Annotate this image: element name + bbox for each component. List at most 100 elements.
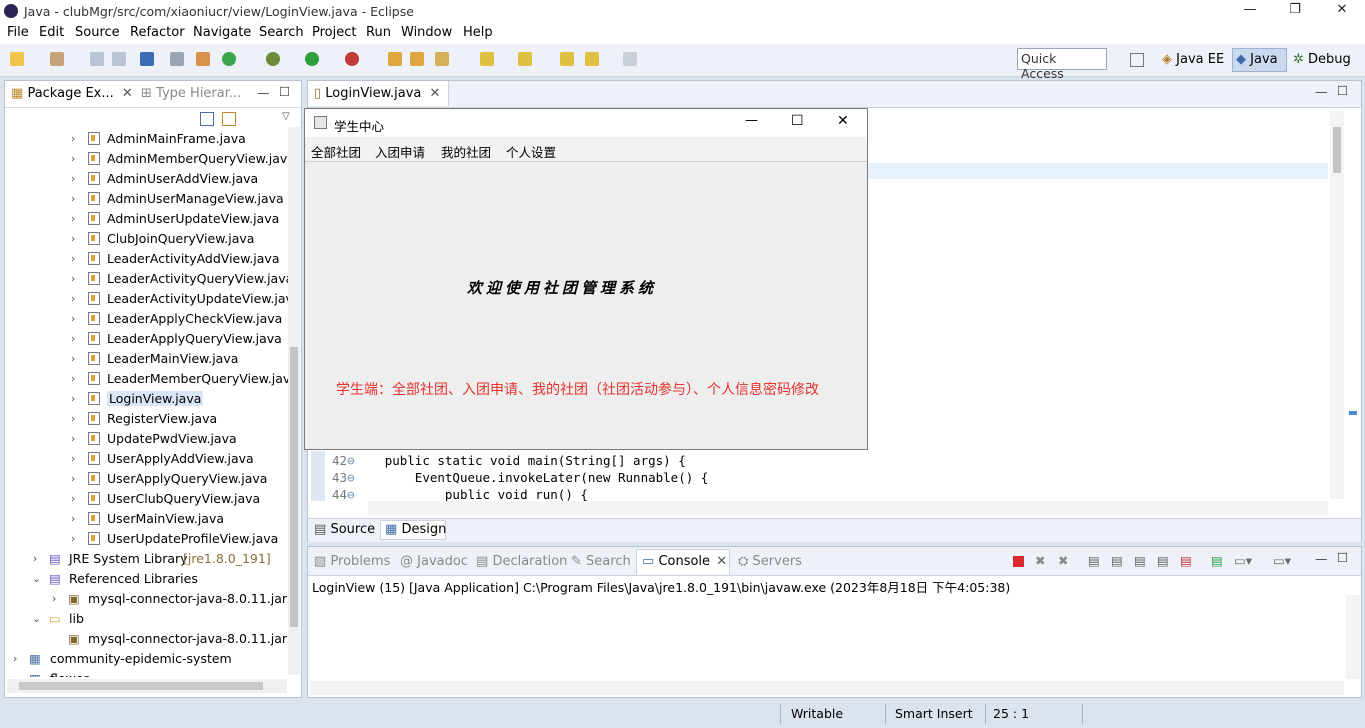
chevron-right-icon[interactable]: ›: [33, 552, 37, 565]
tab-type-hierarchy[interactable]: ⊞ Type Hierar...: [141, 86, 241, 101]
fold-icon[interactable]: ⊖: [347, 487, 355, 502]
tree-scrollbar-thumb[interactable]: [290, 347, 298, 627]
tree-item-6[interactable]: › LeaderActivityAddView.java: [5, 249, 288, 269]
chevron-right-icon[interactable]: ›: [71, 132, 75, 145]
chevron-right-icon[interactable]: ›: [71, 172, 75, 185]
search-tool-icon[interactable]: [435, 52, 449, 66]
tree-project-community[interactable]: › ▦ community-epidemic-system: [5, 649, 288, 669]
close-button[interactable]: ✕: [1332, 2, 1352, 20]
open-console-icon[interactable]: ▭▾: [1273, 553, 1291, 568]
tree-referenced-libraries[interactable]: ⌄ ▤ Referenced Libraries: [5, 569, 288, 589]
chevron-right-icon[interactable]: ›: [71, 292, 75, 305]
collapse-all-icon[interactable]: [200, 112, 214, 126]
tree-item-4[interactable]: › AdminUserUpdateView.java: [5, 209, 288, 229]
menu-run[interactable]: Run: [366, 25, 391, 40]
chevron-right-icon[interactable]: ›: [71, 272, 75, 285]
maximize-editor-icon[interactable]: ☐: [1337, 83, 1348, 98]
menu-help[interactable]: Help: [463, 25, 493, 40]
editor-vscrollbar[interactable]: [1330, 111, 1344, 499]
new-class-icon[interactable]: [388, 52, 402, 66]
chevron-right-icon[interactable]: ›: [71, 512, 75, 525]
swing-menu-all-clubs[interactable]: 全部社团: [311, 142, 361, 161]
save-icon[interactable]: [90, 52, 104, 66]
perspective-debug[interactable]: ✲ Debug: [1293, 52, 1351, 67]
chevron-right-icon[interactable]: ›: [71, 532, 75, 545]
display-console-icon[interactable]: ▭▾: [1234, 553, 1252, 568]
chevron-right-icon[interactable]: ›: [71, 212, 75, 225]
skip-breakpoints-icon[interactable]: [170, 52, 184, 66]
tree-project-flower[interactable]: ›▦flower: [5, 669, 288, 677]
tree-item-3[interactable]: › AdminUserManageView.java: [5, 189, 288, 209]
swing-menu-my-clubs[interactable]: 我的社团: [441, 142, 491, 161]
tree-item-0[interactable]: › AdminMainFrame.java: [5, 129, 288, 149]
menu-search[interactable]: Search: [259, 25, 304, 40]
show-on-output-icon[interactable]: ▤: [1157, 553, 1169, 568]
tab-servers[interactable]: ⛭ Servers: [738, 554, 802, 569]
remove-all-icon[interactable]: ✖: [1058, 553, 1068, 568]
pin-console-icon[interactable]: ▤: [1211, 553, 1223, 568]
fold-icon[interactable]: ⊖: [347, 470, 355, 485]
tree-jre-library[interactable]: › ▤ JRE System Library [jre1.8.0_191]: [5, 549, 288, 569]
chevron-right-icon[interactable]: ›: [71, 492, 75, 505]
tree-item-7[interactable]: › LeaderActivityQueryView.java: [5, 269, 288, 289]
tree-lib-folder[interactable]: ⌄ ▭ lib: [5, 609, 288, 629]
run-icon[interactable]: [305, 52, 319, 66]
word-wrap-icon[interactable]: ▤: [1134, 553, 1146, 568]
open-perspective-icon[interactable]: [1130, 53, 1144, 67]
chevron-right-icon[interactable]: ›: [71, 152, 75, 165]
swing-minimize-button[interactable]: —: [745, 113, 758, 128]
menu-refactor[interactable]: Refactor: [130, 25, 185, 40]
tree-item-15[interactable]: › UpdatePwdView.java: [5, 429, 288, 449]
editor-hscrollbar[interactable]: [368, 501, 1328, 515]
tree-item-1[interactable]: › AdminMemberQueryView.java: [5, 149, 288, 169]
view-menu-icon[interactable]: ▽: [282, 111, 290, 122]
menu-source[interactable]: Source: [75, 25, 120, 40]
perspective-java[interactable]: ◆ Java: [1236, 52, 1278, 67]
chevron-right-icon[interactable]: ›: [71, 372, 75, 385]
menu-edit[interactable]: Edit: [39, 25, 64, 40]
console-vscrollbar[interactable]: [1346, 595, 1360, 679]
minimize-view-icon[interactable]: —: [257, 85, 270, 100]
close-icon[interactable]: ✕: [430, 86, 441, 101]
scroll-lock-icon[interactable]: ▤: [1111, 553, 1123, 568]
swing-maximize-button[interactable]: ☐: [791, 113, 804, 129]
refresh-icon[interactable]: [222, 52, 236, 66]
chevron-right-icon[interactable]: ›: [71, 392, 75, 405]
tab-package-explorer[interactable]: ▦ Package Ex... ✕: [11, 86, 133, 101]
menu-navigate[interactable]: Navigate: [193, 25, 251, 40]
remove-launch-icon[interactable]: ✖: [1035, 553, 1045, 568]
new-icon[interactable]: [10, 52, 24, 66]
maximize-console-icon[interactable]: ☐: [1337, 550, 1348, 565]
debug-icon[interactable]: [266, 52, 280, 66]
chevron-right-icon[interactable]: ›: [71, 252, 75, 265]
clear-console-icon[interactable]: ▤: [1088, 553, 1100, 568]
tree-item-19[interactable]: › UserMainView.java: [5, 509, 288, 529]
swing-menu-join-apply[interactable]: 入团申请: [375, 142, 425, 161]
tab-problems[interactable]: ▧ Problems: [314, 554, 390, 569]
prev-annotation-icon[interactable]: [518, 52, 532, 66]
tree-jar-2[interactable]: ▣ mysql-connector-java-8.0.11.jar: [5, 629, 288, 649]
open-type-icon[interactable]: [410, 52, 424, 66]
console-icon[interactable]: [140, 52, 154, 66]
tree-hscrollbar[interactable]: [7, 679, 287, 693]
chevron-right-icon[interactable]: ›: [13, 672, 17, 677]
chevron-right-icon[interactable]: ›: [71, 332, 75, 345]
tree-item-11[interactable]: › LeaderMainView.java: [5, 349, 288, 369]
next-annotation-icon[interactable]: [480, 52, 494, 66]
maximize-view-icon[interactable]: ☐: [279, 84, 290, 99]
terminate-icon[interactable]: [1013, 556, 1024, 567]
fold-icon[interactable]: ⊖: [347, 453, 355, 468]
external-tools-icon[interactable]: [345, 52, 359, 66]
tab-source[interactable]: ▤ Source: [314, 522, 375, 537]
tree-item-9[interactable]: › LeaderApplyCheckView.java: [5, 309, 288, 329]
package-icon[interactable]: [196, 52, 210, 66]
tree-item-5[interactable]: › ClubJoinQueryView.java: [5, 229, 288, 249]
chevron-right-icon[interactable]: ›: [71, 432, 75, 445]
quick-access-input[interactable]: Quick Access: [1017, 48, 1107, 81]
close-icon[interactable]: ✕: [122, 86, 133, 101]
close-icon[interactable]: ✕: [716, 554, 727, 569]
menu-file[interactable]: File: [7, 25, 29, 40]
chevron-right-icon[interactable]: ›: [13, 652, 17, 665]
swing-close-button[interactable]: ✕: [837, 113, 849, 129]
perspective-javaee[interactable]: ◈ Java EE: [1162, 52, 1224, 67]
